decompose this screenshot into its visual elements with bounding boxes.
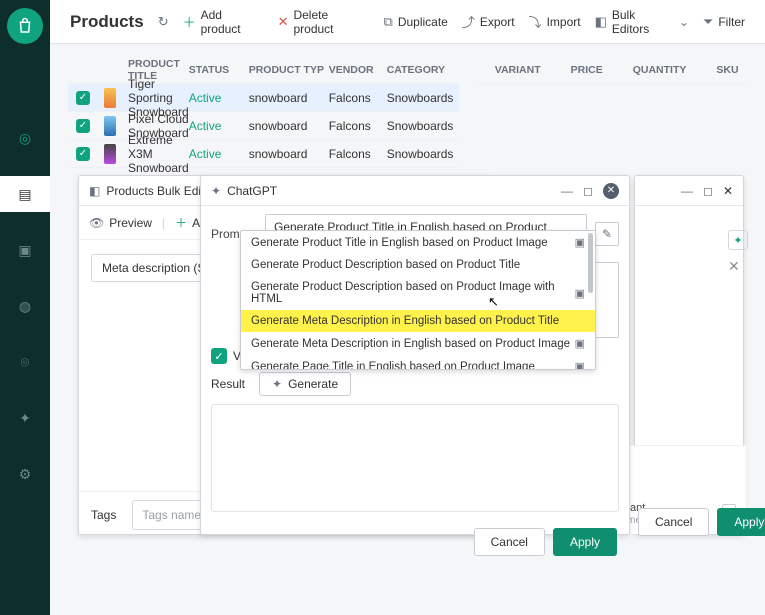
bulk-icon: ◧ bbox=[89, 184, 100, 198]
scrollbar[interactable] bbox=[588, 233, 593, 293]
nav-gear-icon[interactable]: ⚙ bbox=[0, 456, 50, 492]
table-row[interactable]: ✓Extreme X3M SnowboardActivesnowboardFal… bbox=[68, 140, 459, 168]
nav-doc-icon[interactable]: ▤ bbox=[0, 176, 50, 212]
nav-money-icon[interactable]: ◎ bbox=[0, 120, 50, 156]
image-icon: ▣ bbox=[575, 236, 585, 249]
bulk-title: Products Bulk Editor bbox=[106, 184, 215, 198]
nav-box-icon[interactable]: ▣ bbox=[0, 232, 50, 268]
product-category: Snowboards bbox=[387, 91, 459, 105]
nav-link-icon[interactable]: ⌾ bbox=[0, 344, 50, 380]
add-product-button[interactable]: ＋Add product bbox=[183, 8, 264, 36]
product-vendor: Falcons bbox=[329, 119, 387, 133]
duplicate-button[interactable]: ⧉Duplicate bbox=[384, 14, 448, 30]
product-vendor: Falcons bbox=[329, 91, 387, 105]
nav-blank[interactable] bbox=[0, 64, 50, 100]
dropdown-item[interactable]: Generate Product Description based on Pr… bbox=[241, 276, 595, 310]
col-vendor[interactable]: VENDOR bbox=[329, 64, 387, 76]
product-category: Snowboards bbox=[387, 147, 459, 161]
sidebar: ◎ ▤ ▣ ◍ ⌾ ✦ ⚙ bbox=[0, 0, 50, 615]
col-price[interactable]: PRICE bbox=[571, 64, 603, 76]
panel-apply-button[interactable]: Apply bbox=[717, 508, 765, 536]
product-thumb bbox=[104, 116, 116, 136]
product-status: Active bbox=[189, 147, 249, 161]
tags-label: Tags bbox=[91, 508, 116, 522]
col-sku[interactable]: SKU bbox=[716, 64, 738, 76]
gpt-cancel-button[interactable]: Cancel bbox=[474, 528, 545, 556]
image-icon: ▣ bbox=[575, 360, 585, 370]
product-table: PRODUCT TITLE STATUS PRODUCT TYP VENDOR … bbox=[68, 56, 459, 168]
product-status: Active bbox=[189, 91, 249, 105]
result-textarea[interactable] bbox=[211, 404, 619, 512]
product-category: Snowboards bbox=[387, 119, 459, 133]
var-minimize[interactable]: — bbox=[681, 184, 693, 198]
export-button[interactable]: ⤴Export bbox=[462, 12, 515, 31]
col-category[interactable]: CATEGORY bbox=[387, 64, 459, 76]
col-type[interactable]: PRODUCT TYP bbox=[249, 64, 329, 76]
dropdown-item[interactable]: Generate Page Title in English based on … bbox=[241, 355, 595, 370]
product-thumb bbox=[104, 144, 116, 164]
app-logo[interactable] bbox=[7, 8, 43, 44]
row-checkbox[interactable]: ✓ bbox=[76, 147, 90, 161]
row-checkbox[interactable]: ✓ bbox=[76, 119, 90, 133]
product-vendor: Falcons bbox=[329, 147, 387, 161]
vision-checkbox[interactable]: ✓ bbox=[211, 348, 227, 364]
dropdown-item[interactable]: Generate Meta Description in English bas… bbox=[241, 310, 595, 332]
product-thumb bbox=[104, 88, 116, 108]
product-type: snowboard bbox=[249, 91, 329, 105]
row-checkbox[interactable]: ✓ bbox=[76, 91, 90, 105]
bulk-editors-button[interactable]: ◧Bulk Editors ⌄ bbox=[595, 8, 689, 36]
dropdown-item[interactable]: Generate Meta Description in English bas… bbox=[241, 332, 595, 355]
chatgpt-title: ChatGPT bbox=[227, 184, 277, 198]
nav-pin-icon[interactable]: ◍ bbox=[0, 288, 50, 324]
image-icon: ▣ bbox=[575, 287, 585, 300]
toolbar: Products ↻ ＋Add product ✕Delete product … bbox=[50, 0, 765, 44]
variant-panel: — ◻ ✕ Compare at price Cost per item Cha… bbox=[634, 175, 744, 535]
result-label: Result bbox=[211, 377, 245, 391]
preview-button[interactable]: 👁Preview bbox=[89, 216, 152, 230]
col-variant[interactable]: VARIANT bbox=[495, 64, 541, 76]
close-button[interactable]: ✕ bbox=[603, 183, 619, 199]
page-title: Products bbox=[70, 12, 144, 32]
variant-table: VARIANT PRICE QUANTITY SKU bbox=[477, 56, 747, 168]
filter-button[interactable]: ⏷Filter bbox=[703, 14, 745, 30]
product-type: snowboard bbox=[249, 119, 329, 133]
minimize-button[interactable]: — bbox=[561, 184, 573, 198]
table-row[interactable]: ✓Tiger Sporting SnowboardActivesnowboard… bbox=[68, 84, 459, 112]
delete-product-button[interactable]: ✕Delete product bbox=[278, 8, 370, 36]
remove-line-button[interactable]: ✕ bbox=[728, 258, 740, 275]
panel-cancel-button[interactable]: Cancel bbox=[638, 508, 709, 536]
dropdown-item[interactable]: Generate Product Title in English based … bbox=[241, 231, 595, 254]
product-type: snowboard bbox=[249, 147, 329, 161]
dropdown-item[interactable]: Generate Product Description based on Pr… bbox=[241, 254, 595, 276]
var-maximize[interactable]: ◻ bbox=[703, 184, 713, 198]
col-qty[interactable]: QUANTITY bbox=[633, 64, 687, 76]
import-button[interactable]: ⤵Import bbox=[529, 12, 581, 31]
col-status[interactable]: STATUS bbox=[189, 64, 249, 76]
product-status: Active bbox=[189, 119, 249, 133]
chatgpt-icon: ✦ bbox=[211, 184, 221, 198]
edit-prompt-button[interactable]: ✎ bbox=[595, 222, 619, 246]
nav-ai-icon[interactable]: ✦ bbox=[0, 400, 50, 436]
ai-side-button[interactable]: ✦ bbox=[728, 230, 748, 250]
image-icon: ▣ bbox=[575, 337, 585, 350]
refresh-button[interactable]: ↻ bbox=[158, 14, 169, 30]
prompt-dropdown: Generate Product Title in English based … bbox=[240, 230, 596, 370]
generate-button[interactable]: ✦Generate bbox=[259, 372, 351, 396]
product-title: Extreme X3M Snowboard bbox=[122, 133, 189, 175]
gpt-apply-button[interactable]: Apply bbox=[553, 528, 617, 556]
var-close[interactable]: ✕ bbox=[723, 184, 733, 198]
maximize-button[interactable]: ◻ bbox=[583, 184, 593, 198]
